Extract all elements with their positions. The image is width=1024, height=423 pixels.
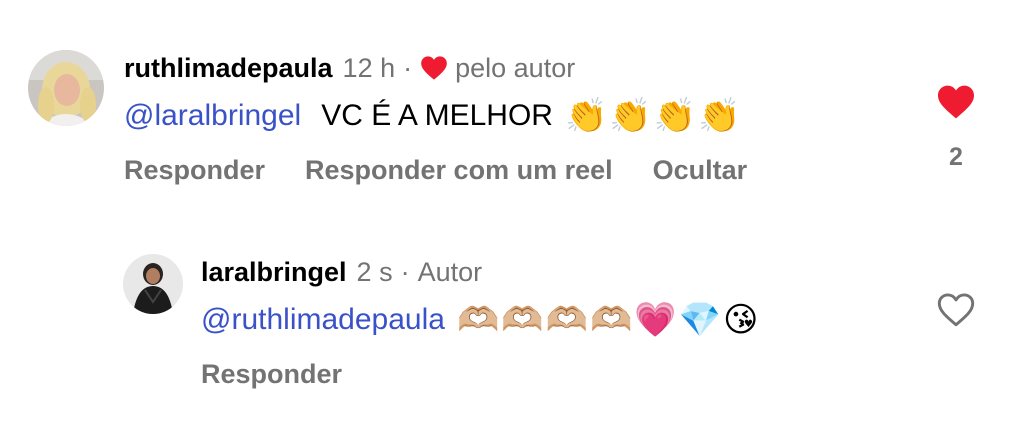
heart-filled-icon[interactable]: [936, 84, 976, 125]
avatar[interactable]: [123, 254, 183, 314]
like-control: 2: [936, 84, 976, 172]
separator: ·: [400, 257, 410, 287]
comments-thread: ruthlimadepaula 12 h · pelo autor @laral…: [0, 0, 1024, 423]
mention-link[interactable]: @laralbringel: [124, 92, 301, 140]
username[interactable]: ruthlimadepaula: [124, 46, 333, 90]
comment-actions: Responder Responder com um reel Ocultar: [124, 150, 787, 190]
username[interactable]: laralbringel: [201, 250, 347, 294]
comment-actions: Responder: [201, 354, 760, 394]
avatar[interactable]: [28, 50, 104, 126]
hide-button[interactable]: Ocultar: [653, 155, 748, 186]
avatar-image: [28, 50, 104, 126]
comment-body: ruthlimadepaula 12 h · pelo autor @laral…: [124, 46, 787, 190]
timestamp: 2 s: [356, 257, 393, 287]
comment-emojis: 👏👏👏👏: [564, 97, 743, 135]
comment-text: @laralbringel VC É A MELHOR 👏👏👏👏: [124, 92, 787, 140]
heart-outline-icon[interactable]: [936, 292, 976, 333]
avatar-image: [123, 254, 183, 314]
comment-message: VC É A MELHOR: [321, 99, 553, 132]
timestamp: 12 h: [342, 53, 396, 83]
like-count: 2: [949, 143, 963, 171]
comment-body: laralbringel 2 s · Autor @ruthlimadepaul…: [201, 250, 760, 394]
comment-header: laralbringel 2 s · Autor: [201, 250, 760, 294]
reply-button[interactable]: Responder: [201, 359, 342, 390]
reply-button[interactable]: Responder: [124, 155, 265, 186]
like-control: [936, 292, 976, 333]
comment-emojis: 🫶🏼🫶🏼🫶🏼🫶🏼💗💎😘: [456, 301, 761, 339]
author-badge: Autor: [417, 257, 483, 287]
heart-filled-icon: [420, 55, 448, 81]
comment-header: ruthlimadepaula 12 h · pelo autor: [124, 46, 787, 90]
mention-link[interactable]: @ruthlimadepaula: [201, 296, 445, 344]
liked-by-author-label: pelo autor: [455, 53, 576, 83]
separator: ·: [403, 53, 413, 83]
reply-with-reel-button[interactable]: Responder com um reel: [305, 155, 613, 186]
comment-text: @ruthlimadepaula 🫶🏼🫶🏼🫶🏼🫶🏼💗💎😘: [201, 296, 760, 344]
